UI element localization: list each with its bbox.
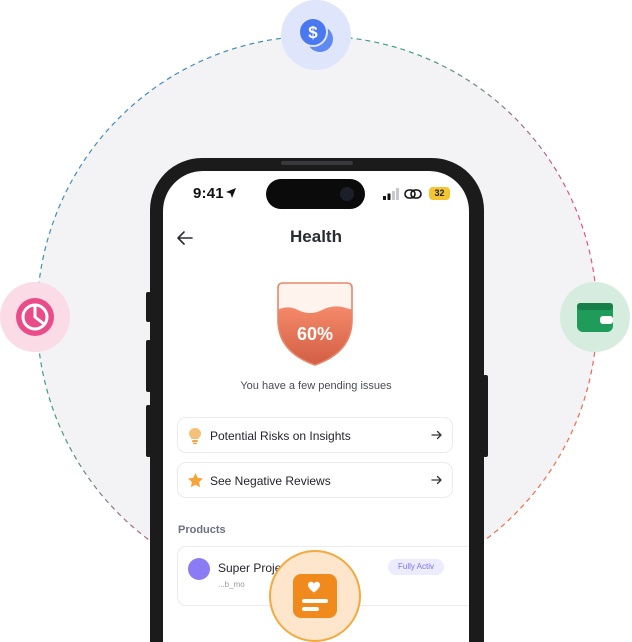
arrow-right-icon <box>431 475 442 485</box>
product-subtitle: ...b_mo <box>218 580 245 589</box>
battery-indicator: 32 <box>429 187 450 200</box>
orbit-chart-badge <box>0 282 70 352</box>
product-name: Super Proje <box>218 561 282 575</box>
svg-text:$: $ <box>308 23 318 42</box>
camera-lens <box>340 187 354 201</box>
pie-chart-icon <box>16 298 54 336</box>
pending-issues-text: You have a few pending issues <box>240 380 392 392</box>
negative-reviews-button[interactable]: See Negative Reviews <box>177 462 453 498</box>
dollar-coins-icon: $ <box>298 17 333 52</box>
status-badge: Fully Activ <box>388 559 444 575</box>
product-avatar <box>188 558 210 580</box>
dynamic-island <box>266 179 365 209</box>
phone-speaker <box>281 161 353 165</box>
phone-volume-down <box>146 405 151 457</box>
orbit-wallet-badge <box>560 282 630 352</box>
page-title: Health <box>290 227 342 246</box>
status-time: 9:41 <box>193 185 224 202</box>
negative-reviews-label: See Negative Reviews <box>210 474 331 488</box>
arrow-right-icon <box>431 430 442 440</box>
orbit-health-report-badge <box>269 550 361 642</box>
lightbulb-icon <box>189 428 201 445</box>
phone-volume-up <box>146 340 151 392</box>
signal-icon <box>383 188 399 200</box>
illustration-scene: $ 9:41 32 Health 60% You have a few pend… <box>0 0 632 642</box>
health-percent: 60% <box>296 324 334 344</box>
potential-risks-label: Potential Risks on Insights <box>210 429 351 443</box>
wallet-icon <box>577 303 613 332</box>
phone-power-button <box>483 375 488 457</box>
phone-side-button <box>146 292 151 322</box>
location-arrow-icon <box>226 188 236 198</box>
potential-risks-button[interactable]: Potential Risks on Insights <box>177 417 453 453</box>
star-icon <box>188 473 203 488</box>
orbit-dollar-badge: $ <box>281 0 351 70</box>
health-report-icon <box>293 574 337 618</box>
products-section-title: Products <box>178 524 226 536</box>
link-icon <box>404 189 422 199</box>
